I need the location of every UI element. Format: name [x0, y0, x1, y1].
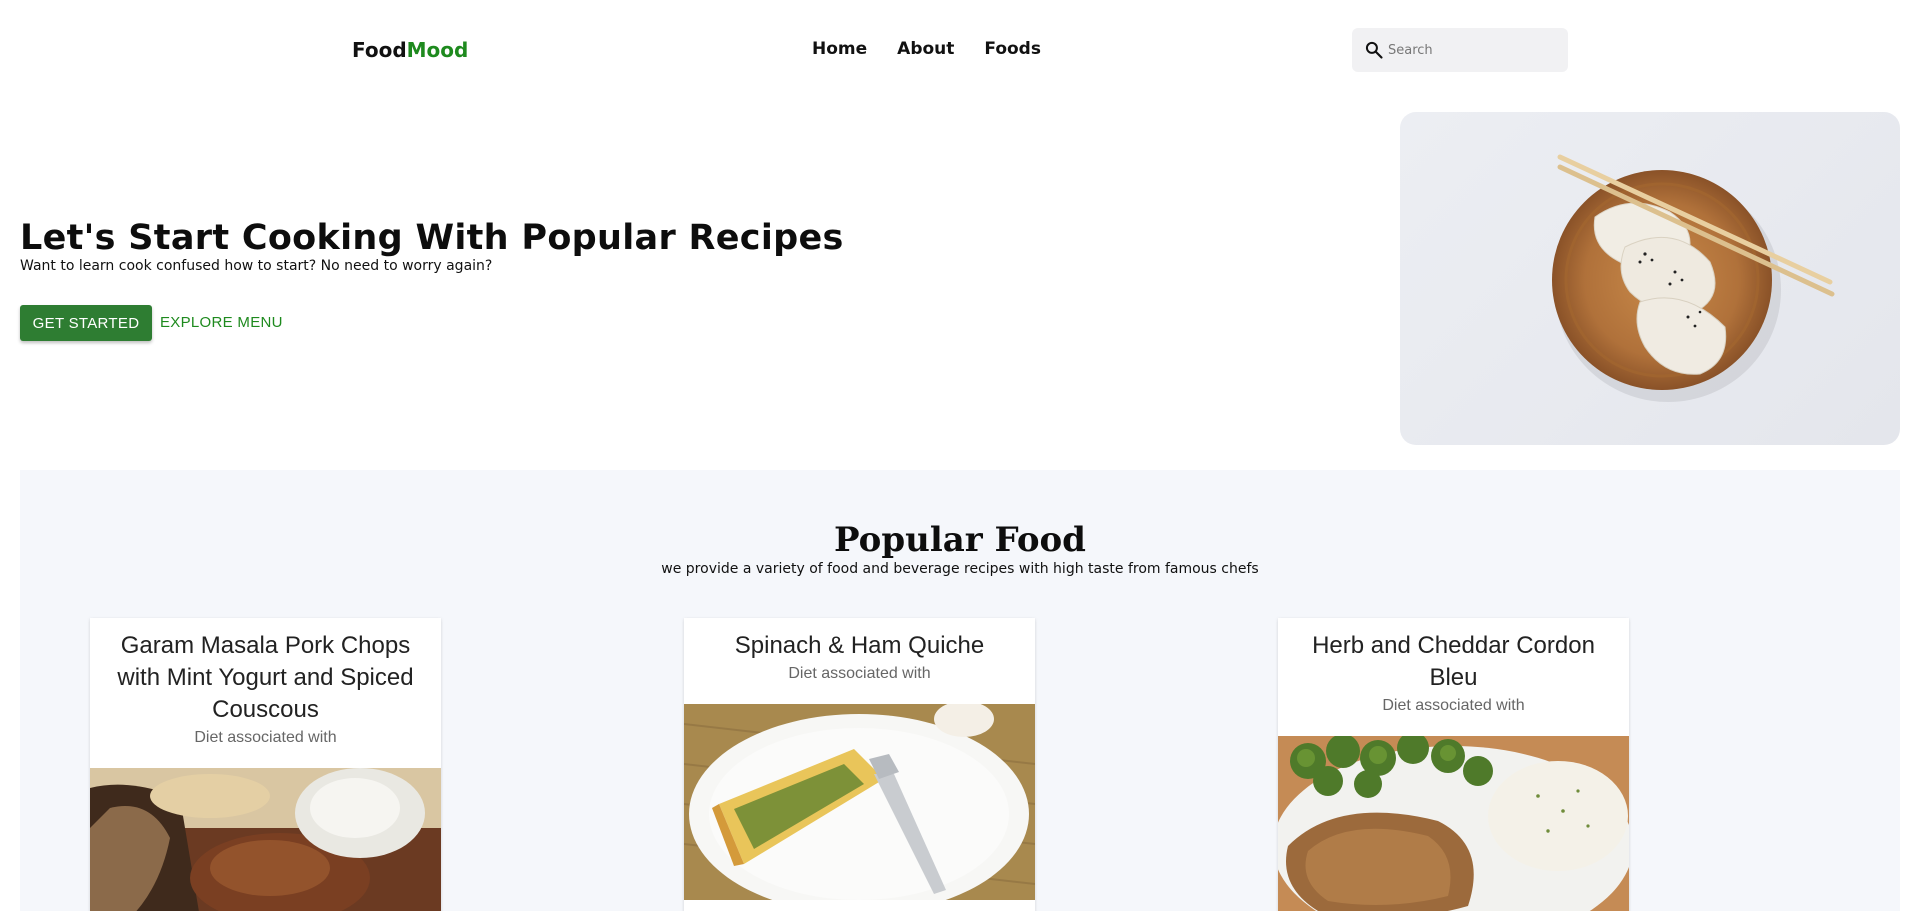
quiche-image [684, 704, 1035, 900]
search-input[interactable] [1388, 42, 1558, 58]
hero-dumplings-image [1400, 112, 1900, 445]
pork-chops-image [90, 768, 441, 911]
hero-title: Let's Start Cooking With Popular Recipes [20, 218, 844, 258]
logo-text-food: Food [352, 38, 407, 62]
cordon-bleu-image [1278, 736, 1629, 911]
search-icon [1365, 41, 1383, 59]
nav-link-about[interactable]: About [897, 39, 954, 59]
hero-subtitle: Want to learn cook confused how to start… [20, 258, 493, 274]
logo[interactable]: FoodMood [352, 38, 468, 62]
popular-food-section: Popular Food we provide a variety of foo… [20, 470, 1900, 911]
recipe-card-subtitle: Diet associated with [788, 665, 931, 682]
recipe-card-title: Spinach & Ham Quiche [734, 632, 985, 659]
recipe-card-subtitle: Diet associated with [194, 729, 337, 746]
popular-food-title: Popular Food [834, 520, 1086, 560]
logo-text-mood: Mood [406, 38, 469, 62]
navbar: FoodMood Home About Foods [0, 0, 1916, 100]
recipe-card-quiche[interactable]: Spinach & Ham Quiche Diet associated wit… [684, 618, 1035, 911]
nav-links: Home About Foods [812, 39, 1041, 59]
recipe-card-title: Garam Masala Pork Chops with Mint Yogurt… [117, 632, 414, 723]
popular-food-subtitle: we provide a variety of food and beverag… [661, 561, 1259, 577]
recipe-card-pork-chops[interactable]: Garam Masala Pork Chops with Mint Yogurt… [90, 618, 441, 911]
recipe-card-cordon-bleu[interactable]: Herb and Cheddar Cordon Bleu Diet associ… [1278, 618, 1629, 911]
get-started-button[interactable]: GET STARTED [20, 305, 152, 341]
recipe-card-title: Herb and Cheddar Cordon Bleu [1312, 632, 1595, 691]
search-box[interactable] [1352, 28, 1568, 72]
nav-link-foods[interactable]: Foods [984, 39, 1041, 59]
recipe-card-subtitle: Diet associated with [1382, 697, 1525, 714]
nav-link-home[interactable]: Home [812, 39, 867, 59]
explore-menu-button[interactable]: EXPLORE MENU [160, 314, 283, 331]
